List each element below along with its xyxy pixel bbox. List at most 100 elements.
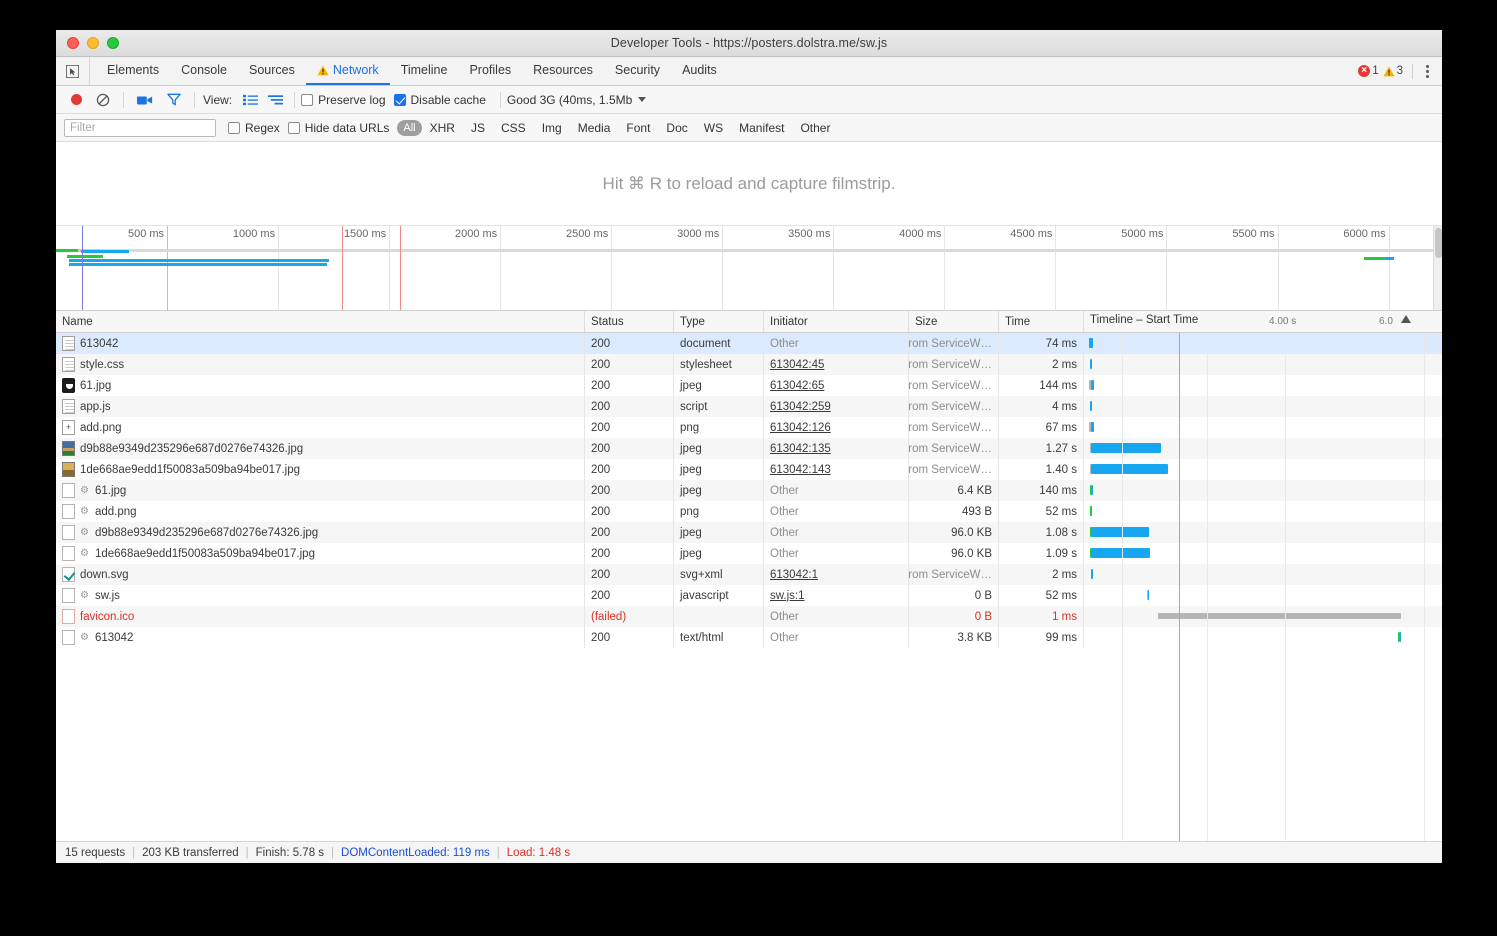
tab-label: Timeline <box>400 63 448 77</box>
initiator-link[interactable]: 613042:259 <box>770 401 831 413</box>
cell-name: down.svg <box>56 564 585 585</box>
filter-toggle-button[interactable] <box>160 93 188 106</box>
table-row[interactable]: 61.jpg 200 jpeg 613042:65 (from ServiceW… 144… <box>56 375 1442 396</box>
table-row[interactable]: app.js 200 script 613042:259 (from ServiceW…… <box>56 396 1442 417</box>
filter-type-css[interactable]: CSS <box>493 119 534 137</box>
filter-type-img[interactable]: Img <box>534 119 570 137</box>
file-type-failedbox-icon <box>62 609 75 624</box>
table-row[interactable]: favicon.ico (failed) Other 0 B1 ms <box>56 606 1442 627</box>
initiator-link[interactable]: 613042:1 <box>770 569 818 581</box>
table-row[interactable]: ⚙ 613042 200 text/html Other 3.8 KB 99 ms <box>56 627 1442 648</box>
overview-tick-label: 3500 ms <box>788 228 831 240</box>
cell-timeline <box>1084 417 1442 438</box>
table-row[interactable]: 613042 200 document Other (from ServiceW… 74 … <box>56 333 1442 354</box>
cell-name: ⚙ d9b88e9349d235296e687d0276e74326.jpg <box>56 522 585 543</box>
table-row[interactable]: ⚙ 61.jpg 200 jpeg Other 6.4 KB 140 ms <box>56 480 1442 501</box>
table-row[interactable]: down.svg 200 svg+xml 613042:1 (from ServiceW… <box>56 564 1442 585</box>
checkbox-box <box>287 121 300 134</box>
preserve-log-checkbox[interactable]: Preserve log <box>301 93 386 107</box>
column-header-initiator[interactable]: Initiator <box>764 311 909 332</box>
load-marker-line <box>342 226 343 310</box>
disable-cache-checkbox[interactable]: Disable cache <box>393 93 486 107</box>
tab-profiles[interactable]: Profiles <box>458 57 522 85</box>
cell-type: script <box>674 396 764 417</box>
initiator-link[interactable]: 613042:143 <box>770 464 831 476</box>
tab-sources[interactable]: Sources <box>238 57 306 85</box>
column-header-status[interactable]: Status <box>585 311 674 332</box>
table-row[interactable]: d9b88e9349d235296e687d0276e74326.jpg 200 j… <box>56 438 1442 459</box>
clear-button[interactable] <box>89 93 117 107</box>
inspect-element-button[interactable] <box>56 57 90 85</box>
table-row[interactable]: ⚙ sw.js 200 javascript sw.js:1 0 B 52 ms <box>56 585 1442 606</box>
filter-type-font[interactable]: Font <box>618 119 658 137</box>
table-row[interactable]: style.css 200 stylesheet 613042:45 (from Ser… <box>56 354 1442 375</box>
view-list-button[interactable] <box>238 94 263 106</box>
initiator-link[interactable]: 613042:65 <box>770 380 824 392</box>
cell-initiator: Other <box>764 333 909 354</box>
initiator-link[interactable]: 613042:126 <box>770 422 831 434</box>
cell-size: (from ServiceW… <box>909 333 999 354</box>
tab-console[interactable]: Console <box>170 57 238 85</box>
table-row[interactable]: ⚙ add.png 200 png Other 493 B 52 ms <box>56 501 1442 522</box>
filter-type-doc[interactable]: Doc <box>658 119 695 137</box>
filter-type-xhr[interactable]: XHR <box>422 119 463 137</box>
request-name-label: 1de668ae9edd1f50083a509ba94be017.jpg <box>80 463 301 476</box>
service-worker-gear-icon: ⚙ <box>80 632 89 643</box>
column-header-type[interactable]: Type <box>674 311 764 332</box>
network-control-toolbar: View: Preserve log Disable cache Good 3G… <box>56 86 1442 114</box>
tab-elements[interactable]: Elements <box>96 57 170 85</box>
capture-filmstrip-button[interactable] <box>130 94 160 106</box>
cell-status: 200 <box>585 543 674 564</box>
network-overview[interactable]: 500 ms 1000 ms 1500 ms 2000 ms 2500 ms 3000 m… <box>56 226 1442 311</box>
throttle-dropdown[interactable]: Good 3G (40ms, 1.5Mb <box>507 93 647 107</box>
tab-timeline[interactable]: Timeline <box>390 57 459 85</box>
tab-network[interactable]: Network <box>305 57 390 85</box>
search-input[interactable] <box>64 118 216 137</box>
cell-type <box>674 606 764 627</box>
more-options-icon[interactable] <box>1422 64 1433 78</box>
cell-status: 200 <box>585 438 674 459</box>
filter-type-ws[interactable]: WS <box>696 119 731 137</box>
table-row[interactable]: ⚙ 1de668ae9edd1f50083a509ba94be017.jpg 200… <box>56 543 1442 564</box>
tab-security[interactable]: Security <box>604 57 671 85</box>
column-header-timeline[interactable]: Timeline – Start Time 4.00 s 6.0 <box>1084 311 1442 332</box>
initiator-link[interactable]: sw.js:1 <box>770 590 805 602</box>
error-count-badge[interactable]: × 1 <box>1358 65 1379 77</box>
overview-tick: 3000 ms <box>677 226 724 310</box>
cursor-inspect-icon <box>66 64 79 78</box>
hide-data-urls-checkbox[interactable]: Hide data URLs <box>287 121 389 135</box>
filter-type-manifest[interactable]: Manifest <box>731 119 792 137</box>
filter-type-all[interactable]: All <box>397 119 422 136</box>
column-header-time[interactable]: Time <box>999 311 1084 332</box>
sort-ascending-icon <box>1401 315 1411 323</box>
cell-status: 200 <box>585 627 674 648</box>
cell-type: jpeg <box>674 522 764 543</box>
cell-time: 1.27 s <box>999 438 1084 459</box>
scrollbar-thumb[interactable] <box>1435 228 1442 258</box>
column-header-size[interactable]: Size <box>909 311 999 332</box>
tab-audits[interactable]: Audits <box>671 57 728 85</box>
warning-count-badge[interactable]: 3 <box>1382 65 1403 77</box>
cell-size: 6.4 KB <box>909 480 999 501</box>
record-button[interactable] <box>64 94 89 105</box>
table-body: 613042 200 document Other (from ServiceW… 74 … <box>56 333 1442 841</box>
table-row[interactable]: 1de668ae9edd1f50083a509ba94be017.jpg 200 j… <box>56 459 1442 480</box>
filter-type-js[interactable]: JS <box>463 119 493 137</box>
waterfall-pending-bar <box>1158 613 1401 619</box>
filter-type-media[interactable]: Media <box>570 119 619 137</box>
tab-resources[interactable]: Resources <box>522 57 604 85</box>
column-header-name[interactable]: Name <box>56 311 585 332</box>
initiator-link[interactable]: 613042:45 <box>770 359 824 371</box>
table-row[interactable]: ⚙ d9b88e9349d235296e687d0276e74326.jpg 200… <box>56 522 1442 543</box>
table-header-row: Name Status Type Initiator Size Time Tim… <box>56 311 1442 333</box>
table-row[interactable]: add.png 200png 613042:126 (from ServiceW…67… <box>56 417 1442 438</box>
view-waterfall-button[interactable] <box>263 94 288 106</box>
filter-type-other[interactable]: Other <box>792 119 838 137</box>
cell-initiator: 613042:65 <box>764 375 909 396</box>
request-name-label: add.png <box>80 421 122 434</box>
overview-scrollbar[interactable] <box>1433 226 1442 310</box>
view-label: View: <box>203 92 233 107</box>
initiator-link[interactable]: 613042:135 <box>770 443 831 455</box>
cell-timeline <box>1084 354 1442 375</box>
regex-checkbox[interactable]: Regex <box>228 121 280 135</box>
